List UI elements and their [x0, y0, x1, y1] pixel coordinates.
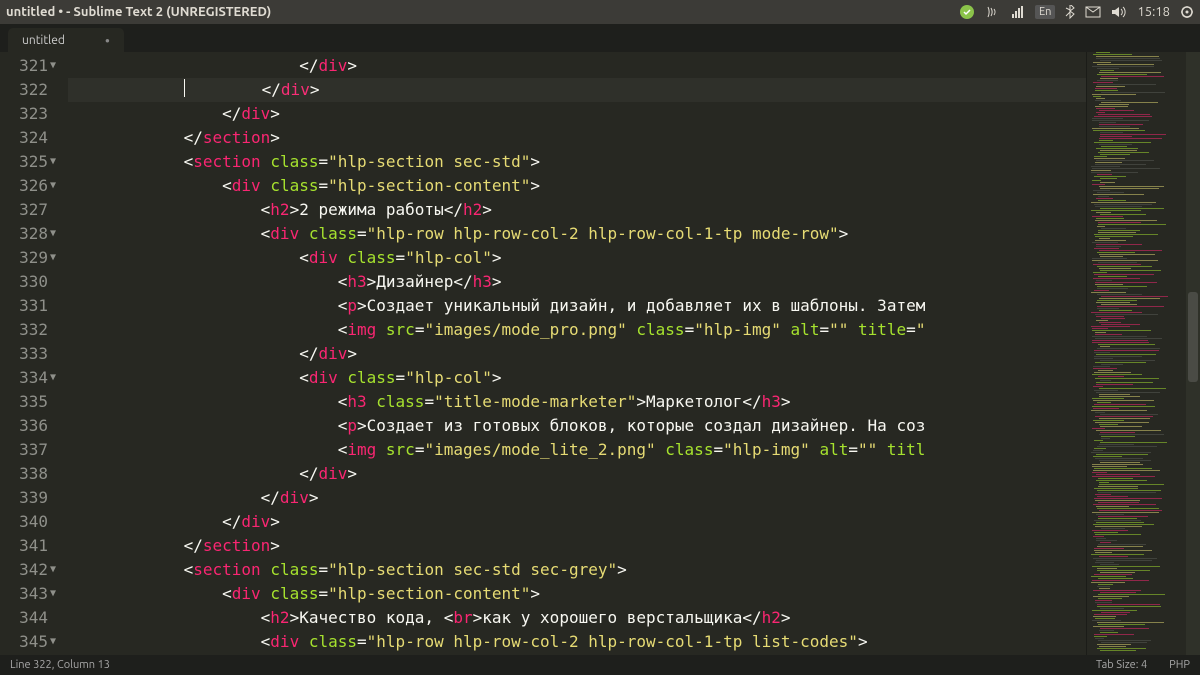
signal-icon[interactable]	[1011, 5, 1025, 19]
tab-title: untitled	[22, 34, 65, 47]
clock[interactable]: 15:18	[1137, 5, 1170, 19]
keyboard-lang-indicator[interactable]: En	[1035, 5, 1055, 19]
sync-icon[interactable]	[959, 4, 975, 20]
scrollbar-thumb[interactable]	[1188, 292, 1198, 382]
tab-size-indicator[interactable]: Tab Size: 4	[1096, 659, 1147, 671]
vertical-scrollbar[interactable]	[1186, 52, 1200, 655]
editor-area: 321▼322323324325▼326▼327328▼329▼33033133…	[0, 52, 1200, 655]
tab-strip: untitled •	[0, 24, 1200, 52]
bluetooth-icon[interactable]	[1065, 5, 1075, 19]
power-icon[interactable]	[1180, 5, 1194, 19]
network-icon[interactable]	[985, 4, 1001, 20]
mail-icon[interactable]	[1085, 6, 1101, 18]
system-menu-bar: untitled • - Sublime Text 2 (UNREGISTERE…	[0, 0, 1200, 24]
line-number-gutter[interactable]: 321▼322323324325▼326▼327328▼329▼33033133…	[0, 52, 58, 655]
cursor-position[interactable]: Line 322, Column 13	[10, 659, 110, 671]
syntax-indicator[interactable]: PHP	[1169, 659, 1190, 671]
status-bar: Line 322, Column 13 Tab Size: 4 PHP	[0, 655, 1200, 675]
minimap[interactable]	[1086, 52, 1186, 655]
system-tray: En 15:18	[959, 4, 1194, 20]
window-title: untitled • - Sublime Text 2 (UNREGISTERE…	[6, 5, 959, 19]
tab-untitled[interactable]: untitled •	[8, 28, 124, 52]
code-editor[interactable]: </div> </div> </div> </section> <section…	[58, 52, 1086, 655]
volume-icon[interactable]	[1111, 5, 1127, 19]
